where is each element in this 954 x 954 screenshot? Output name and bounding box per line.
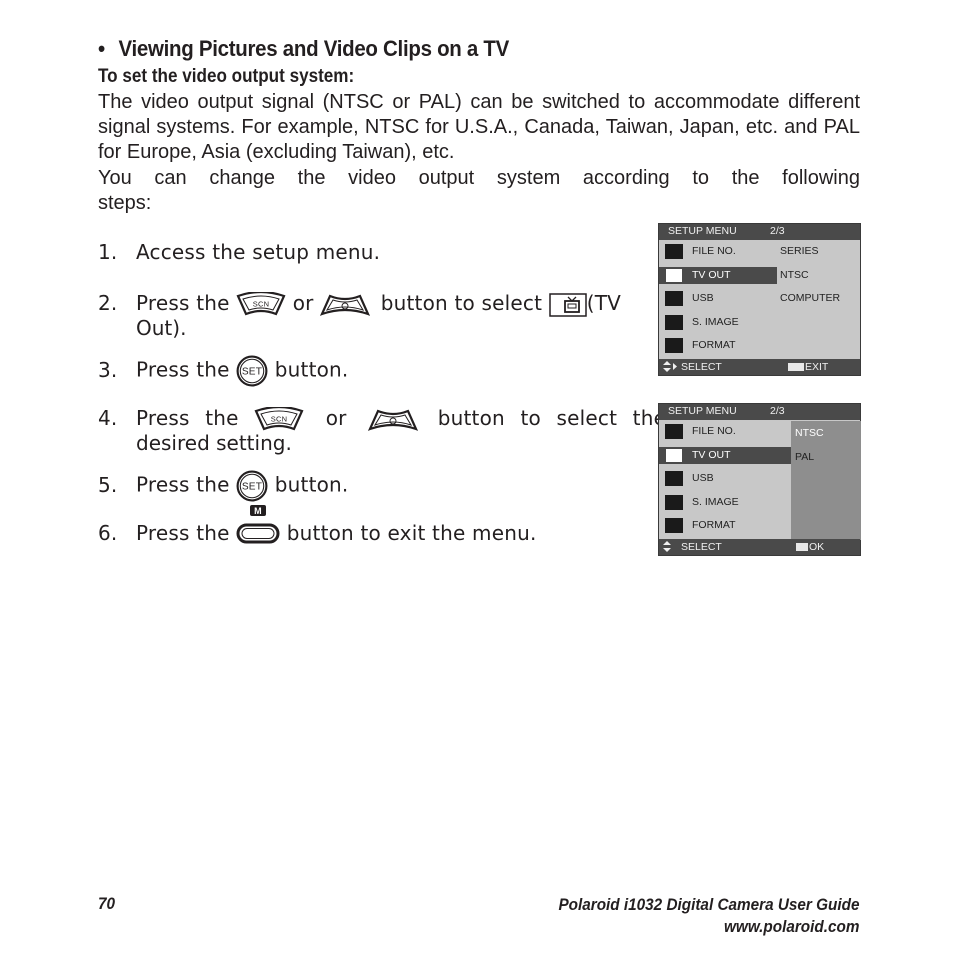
guide-title: Polaroid i1032 Digital Camera User Guide [557,895,859,914]
steps-intro-line-2: steps: [98,192,152,214]
menu-row-label: USB [692,472,714,484]
steps-intro-paragraph: You can change the video output system a… [98,166,860,216]
usb-icon [665,471,683,486]
navigate-up-down-icon [663,541,671,552]
tv-out-icon [549,293,587,317]
option-ntsc: NTSC [795,427,824,439]
navigate-arrows-icon [663,361,677,372]
menu-row-label: TV OUT [692,448,731,461]
file-number-icon [665,244,683,259]
step-number: 3. [98,357,118,382]
screen-header: SETUP MENU 2/3 [659,224,860,240]
step-text-or: or [292,291,314,315]
step-text-pre: Press the [136,472,230,497]
menu-row-format: FORMAT [659,334,860,358]
step-5: 5. Press the button. [98,470,348,502]
section-title: • Viewing Pictures and Video Clips on a T… [98,36,509,62]
step-text-pre: Press the [136,291,230,315]
format-icon [665,518,683,533]
menu-row-label: TV OUT [692,268,731,281]
title-bullet: • [98,36,105,61]
footer-ok-label: OK [809,541,825,553]
menu-row-tv-out: TV OUT NTSC [659,264,860,288]
menu-row-value: SERIES [780,245,819,257]
footer-select-label: SELECT [681,541,722,553]
website: www.polaroid.com [723,917,859,936]
option-pal: PAL [795,451,815,463]
footer-select-label: SELECT [681,361,722,373]
page-number: 70 [98,894,116,913]
menu-row-usb: USB COMPUTER [659,287,860,311]
file-number-icon [665,424,683,439]
step-4-continued: desired setting. [136,431,292,455]
step-2: 2. Press the or button to select (TV [98,291,621,318]
menu-row-label: FORMAT [692,519,736,531]
setup-menu-screen-2: SETUP MENU 2/3 FILE NO. TV OUT USB S. IM… [658,403,861,556]
scn-up-button-icon [236,292,286,318]
steps-intro-line-1: You can change the video output system a… [98,167,860,189]
step-number: 2. [98,291,118,315]
self-timer-down-button-icon [320,292,370,318]
startup-image-icon [665,314,683,330]
step-3: 3. Press the button. [98,355,348,387]
menu-row-label: USB [692,292,714,304]
step-text-or: or [325,406,347,430]
step-2-continued: Out). [136,316,187,340]
menu-key-icon [788,363,804,371]
menu-row-label: FILE NO. [692,425,736,437]
format-icon [665,338,683,353]
step-text-post: button to exit the menu. [286,521,537,545]
screen-header-title: SETUP MENU [668,225,737,237]
step-text-pre: Press the [136,357,230,382]
screen-footer: SELECT EXIT [659,359,860,375]
menu-row-value: COMPUTER [780,292,841,304]
screen-header-title: SETUP MENU [668,405,737,417]
menu-row-label: S. IMAGE [692,495,739,508]
tv-out-options-popup: NTSC PAL [791,421,861,540]
step-4: 4. Press the or button to select the [98,406,666,433]
step-1: 1. Access the setup menu. [98,240,380,265]
step-6: 6. Press the M button to exit the menu. [98,504,537,547]
step-text-pre: Press the [136,406,239,430]
screen-page-indicator: 2/3 [770,405,785,417]
self-timer-down-button-icon [368,407,418,433]
menu-row-file-no: FILE NO. SERIES [659,240,860,264]
footer-exit-label: EXIT [805,361,829,373]
scn-up-button-icon [254,407,304,433]
step-text-pre: Press the [136,521,230,545]
menu-row-label: FORMAT [692,339,736,351]
setup-menu-screen-1: SETUP MENU 2/3 FILE NO. SERIES TV OUT NT… [658,223,861,376]
step-number: 4. [98,406,118,430]
step-text-post2: (TV [586,291,621,315]
step-number: 5. [98,472,118,497]
menu-row-s-image: S. IMAGE [659,311,860,335]
tv-out-icon [665,447,683,463]
tv-out-icon [665,267,683,283]
set-key-icon [796,543,808,551]
step-number: 6. [98,521,118,545]
set-button-icon [236,355,268,387]
footer-guide-info: Polaroid i1032 Digital Camera User Guide… [558,894,859,938]
menu-row-label: S. IMAGE [692,315,739,328]
section-subtitle: To set the video output system: [98,66,355,87]
title-text: Viewing Pictures and Video Clips on a TV [118,36,510,61]
step-text-post: button to select the [437,406,667,430]
startup-image-icon [665,494,683,510]
menu-row-label: FILE NO. [692,245,736,257]
screen-header: SETUP MENU 2/3 [659,404,860,420]
step-text: Access the setup menu. [136,240,381,264]
menu-row-value: NTSC [780,268,809,281]
set-button-icon [236,470,268,502]
intro-paragraph: The video output signal (NTSC or PAL) ca… [98,91,860,163]
step-text-post: button. [274,357,349,382]
screen-footer: SELECT OK [659,539,860,555]
step-number: 1. [98,240,118,264]
step-text-post: button. [274,472,349,497]
screen-page-indicator: 2/3 [770,225,785,237]
menu-button-icon: M [236,504,280,547]
step-text-post: button to select [380,291,543,315]
usb-icon [665,291,683,306]
menu-label: M [254,506,262,516]
